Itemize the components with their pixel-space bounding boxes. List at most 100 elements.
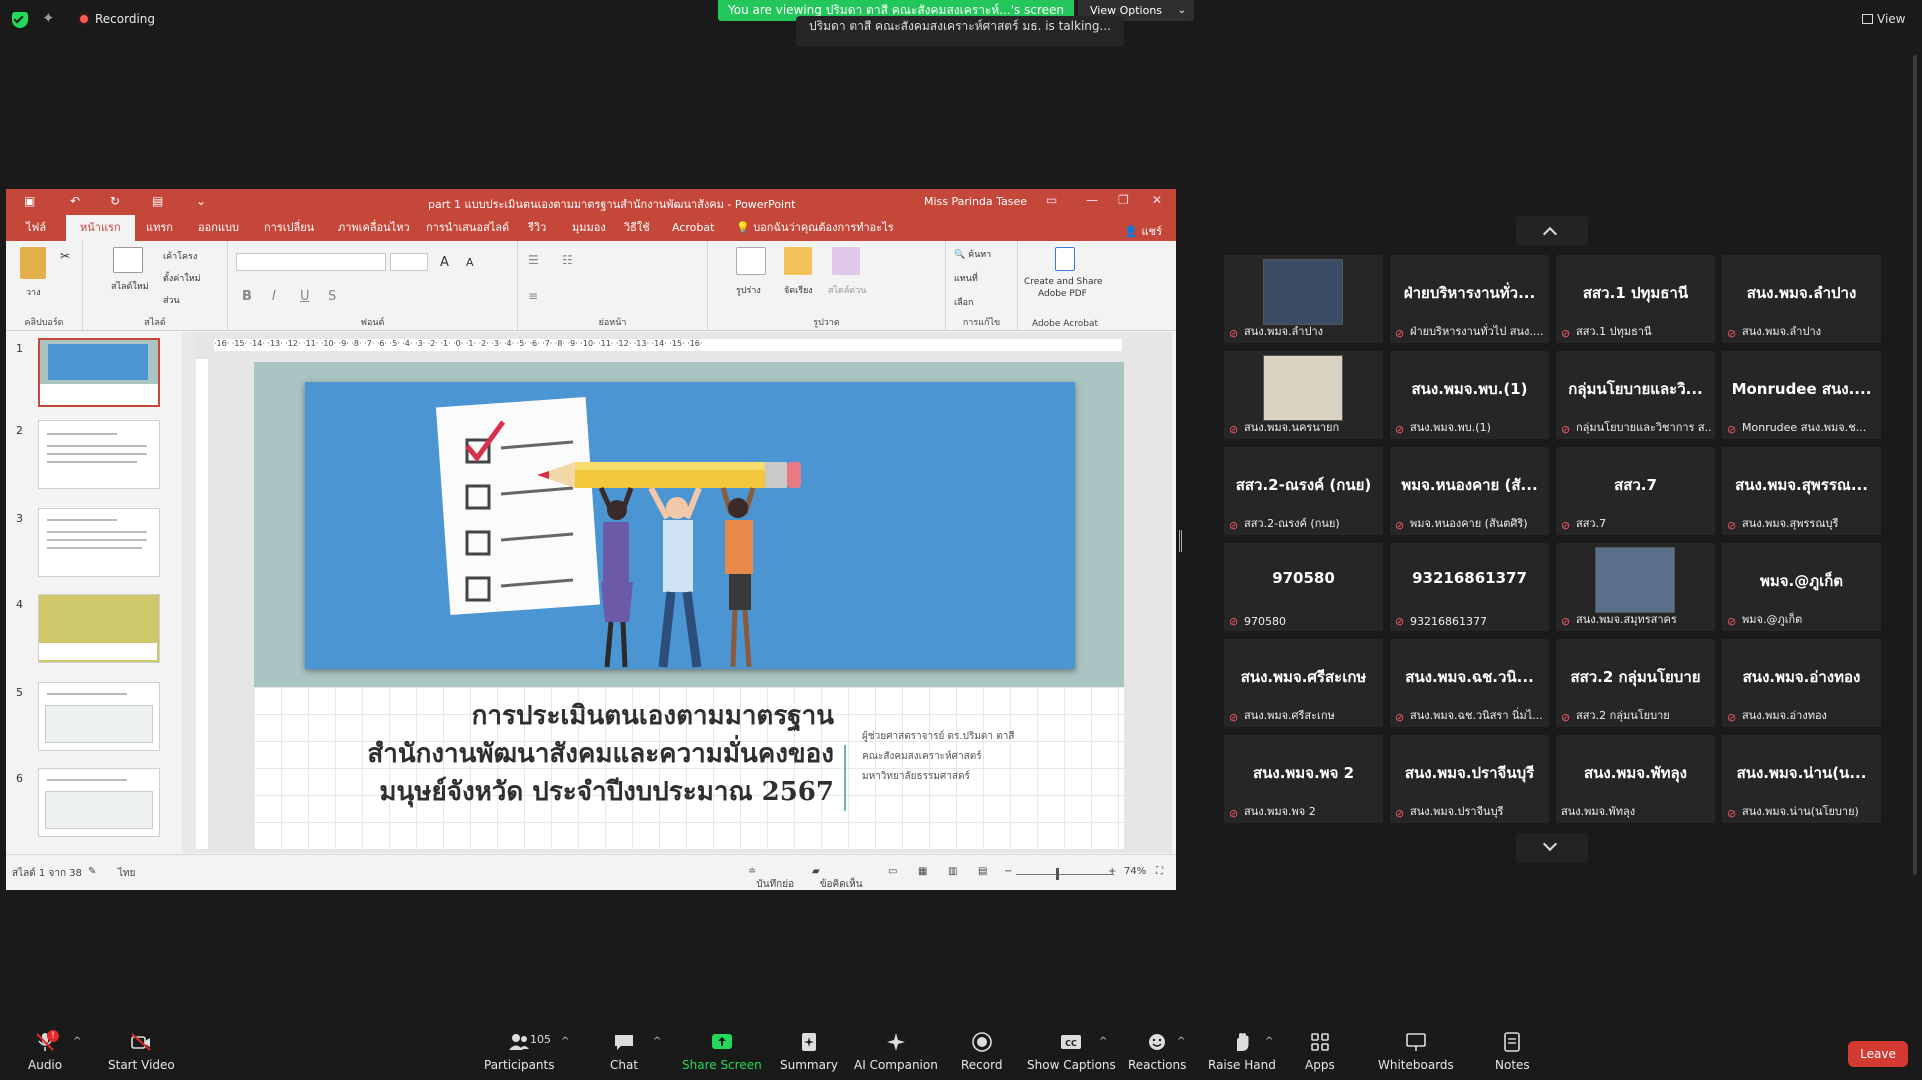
align-left-icon[interactable]: ≡ (528, 289, 538, 303)
slide-author-block[interactable]: ผู้ช่วยศาสตราจารย์ ดร.ปริมดา ตาสี คณะสัง… (862, 727, 1014, 787)
tab-file[interactable]: ไฟล์ (12, 215, 60, 241)
split-drag-handle[interactable] (1179, 530, 1182, 552)
participant-tile[interactable]: ⊘ สนง.พมจ.นครนายก (1224, 351, 1383, 439)
whiteboards-button[interactable]: Whiteboards (1378, 1032, 1454, 1072)
leave-button[interactable]: Leave (1848, 1041, 1908, 1067)
zoom-level[interactable]: 74% (1124, 866, 1146, 877)
notes-button[interactable]: Notes (1495, 1032, 1530, 1072)
comments-button[interactable]: ▰ ข้อคิดเห็น (812, 866, 863, 890)
numbering-icon[interactable]: ☷ (562, 253, 573, 267)
slide-thumb-6[interactable] (38, 768, 160, 837)
window-scrollbar[interactable] (1913, 55, 1917, 875)
new-slide-label[interactable]: สไลด์ใหม่ (111, 279, 149, 293)
share-button[interactable]: 👤 แชร์ (1124, 222, 1162, 240)
slide-thumb-5[interactable] (38, 682, 160, 751)
customize-qat-icon[interactable]: ⌄ (196, 194, 206, 208)
reset-button[interactable]: ตั้งค่าใหม่ (163, 271, 201, 285)
grow-font-icon[interactable]: A (440, 255, 449, 270)
paste-icon[interactable] (20, 247, 46, 279)
participant-tile[interactable]: พมจ.@ภูเก็ต ⊘ พมจ.@ภูเก็ต (1722, 543, 1881, 631)
participant-tile[interactable]: สสว.1 ปทุมธานี ⊘ สสว.1 ปทุมธานี (1556, 255, 1715, 343)
new-slide-icon[interactable] (113, 247, 143, 273)
participant-tile[interactable]: พมจ.หนองคาย (สั... ⊘ พมจ.หนองคาย (สันตศิริ… (1390, 447, 1549, 535)
slide-thumb-4[interactable] (38, 594, 160, 663)
tab-acrobat[interactable]: Acrobat (658, 215, 728, 241)
summary-button[interactable]: Summary (780, 1032, 838, 1072)
arrange-label[interactable]: จัดเรียง (784, 283, 813, 297)
participant-tile[interactable]: สสว.2-ณรงค์ (กนย) ⊘ สสว.2-ณรงค์ (กนย) (1224, 447, 1383, 535)
spell-check-icon[interactable]: ✎ (88, 866, 96, 877)
current-slide[interactable]: การประเมินตนเองตามมาตรฐาน สำนักงานพัฒนาส… (254, 362, 1124, 849)
participant-tile[interactable]: ฝ่ายบริหารงานทั่ว... ⊘ ฝ่ายบริหารงานทั่วไป… (1390, 255, 1549, 343)
zoom-out-icon[interactable]: − (1004, 866, 1012, 877)
tab-design[interactable]: ออกแบบ (184, 215, 253, 241)
participant-tile[interactable]: ⊘ สนง.พมจ.สมุทรสาคร (1556, 543, 1715, 631)
tab-home[interactable]: หน้าแรก (66, 215, 135, 241)
participant-tile[interactable]: สนง.พมจ.พัทลุง สนง.พมจ.พัทลุง (1556, 735, 1715, 823)
tab-review[interactable]: รีวิว (514, 215, 560, 241)
apps-button[interactable]: Apps (1305, 1032, 1335, 1072)
present-icon[interactable]: ▤ (152, 194, 163, 208)
participant-tile[interactable]: ⊘ สนง.พมจ.ลำปาง (1224, 255, 1383, 343)
fit-slide-icon[interactable]: ⛶ (1156, 866, 1163, 877)
underline-icon[interactable]: U (300, 289, 310, 304)
tab-animations[interactable]: ภาพเคลื่อนไหว (324, 215, 424, 241)
ai-spark-icon[interactable]: ✦ (42, 9, 55, 27)
quick-styles-icon[interactable] (832, 247, 860, 275)
shapes-label[interactable]: รูปร่าง (736, 283, 761, 297)
participant-tile[interactable]: สสว.7 ⊘ สสว.7 (1556, 447, 1715, 535)
find-button[interactable]: 🔍 ค้นหา (954, 247, 991, 261)
create-pdf-label-2[interactable]: Adobe PDF (1038, 289, 1087, 299)
ribbon-display-icon[interactable]: ▭ (1046, 193, 1057, 207)
record-button[interactable]: Record (961, 1032, 1002, 1072)
participant-tile[interactable]: สนง.พมจ.พบ.(1) ⊘ สนง.พมจ.พบ.(1) (1390, 351, 1549, 439)
participant-tile[interactable]: สนง.พมจ.ปราจีนบุรี ⊘ สนง.พมจ.ปราจีนบุรี (1390, 735, 1549, 823)
participant-tile[interactable]: สนง.พมจ.ฉช.วนิ... ⊘ สนง.พมจ.ฉช.วนิสรา นิ่ม… (1390, 639, 1549, 727)
save-icon[interactable]: ▣ (24, 194, 35, 208)
raise-hand-caret[interactable]: ^ (1265, 1036, 1273, 1047)
italic-icon[interactable]: I (272, 289, 276, 304)
participant-tile[interactable]: สนง.พมจ.ศรีสะเกษ ⊘ สนง.พมจ.ศรีสะเกษ (1224, 639, 1383, 727)
normal-view-icon[interactable]: ▭ (888, 866, 897, 877)
zoom-in-icon[interactable]: + (1108, 866, 1116, 877)
participant-tile[interactable]: สนง.พมจ.อ่างทอง ⊘ สนง.พมจ.อ่างทอง (1722, 639, 1881, 727)
tab-transitions[interactable]: การเปลี่ยน (250, 215, 328, 241)
participant-tile[interactable]: กลุ่มนโยบายและวิ... ⊘ กลุ่มนโยบายและวิชากา… (1556, 351, 1715, 439)
paste-label[interactable]: วาง (26, 285, 41, 299)
tab-slideshow[interactable]: การนำเสนอสไลด์ (412, 215, 523, 241)
tab-help[interactable]: วิธีใช้ (610, 215, 664, 241)
pdf-icon[interactable] (1055, 247, 1075, 271)
create-pdf-label-1[interactable]: Create and Share (1024, 277, 1103, 287)
participant-tile[interactable]: สสว.2 กลุ่มนโยบาย ⊘ สสว.2 กลุ่มนโยบาย (1556, 639, 1715, 727)
participant-tile[interactable]: Monrudee สนง.... ⊘ Monrudee สนง.พมจ.ช... (1722, 351, 1881, 439)
bullets-icon[interactable]: ☰ (528, 253, 539, 267)
notes-button[interactable]: ≐ บันทึกย่อ (748, 866, 794, 890)
participant-tile[interactable]: สนง.พมจ.ลำปาง ⊘ สนง.พมจ.ลำปาง (1722, 255, 1881, 343)
font-size-combo[interactable] (390, 253, 428, 271)
bold-icon[interactable]: B (242, 289, 252, 304)
ppt-user-name[interactable]: Miss Parinda Tasee (924, 195, 1027, 208)
security-shield-icon[interactable] (12, 12, 28, 28)
participants-caret[interactable]: ^ (561, 1036, 569, 1047)
replace-button[interactable]: แทนที่ (954, 271, 978, 285)
layout-button[interactable]: เค้าโครง (163, 249, 197, 263)
minimize-icon[interactable]: — (1086, 193, 1098, 207)
font-name-combo[interactable] (236, 253, 386, 271)
participant-tile[interactable]: สนง.พมจ.พจ 2 ⊘ สนง.พมจ.พจ 2 (1224, 735, 1383, 823)
slide-thumb-2[interactable] (38, 420, 160, 489)
start-video-button[interactable]: Start Video (108, 1032, 175, 1072)
slideshow-view-icon[interactable]: ▤ (978, 866, 987, 877)
participant-tile[interactable]: สนง.พมจ.น่าน(น... ⊘ สนง.พมจ.น่าน(นโยบาย) (1722, 735, 1881, 823)
share-screen-button[interactable]: Share Screen (682, 1032, 762, 1072)
shrink-font-icon[interactable]: A (466, 256, 474, 269)
close-icon[interactable]: ✕ (1152, 193, 1162, 207)
participant-tile[interactable]: 93216861377 ⊘ 93216861377 (1390, 543, 1549, 631)
zoom-slider-thumb[interactable] (1056, 868, 1059, 880)
participant-tile[interactable]: 970580 ⊘ 970580 (1224, 543, 1383, 631)
select-button[interactable]: เลือก (954, 295, 973, 309)
thumbnail-scrollbar[interactable] (182, 332, 194, 853)
maximize-icon[interactable]: ❐ (1118, 193, 1129, 207)
slide-sorter-icon[interactable]: ▦ (918, 866, 927, 877)
undo-icon[interactable]: ↶ (70, 194, 80, 208)
view-button[interactable]: View (1862, 12, 1905, 26)
